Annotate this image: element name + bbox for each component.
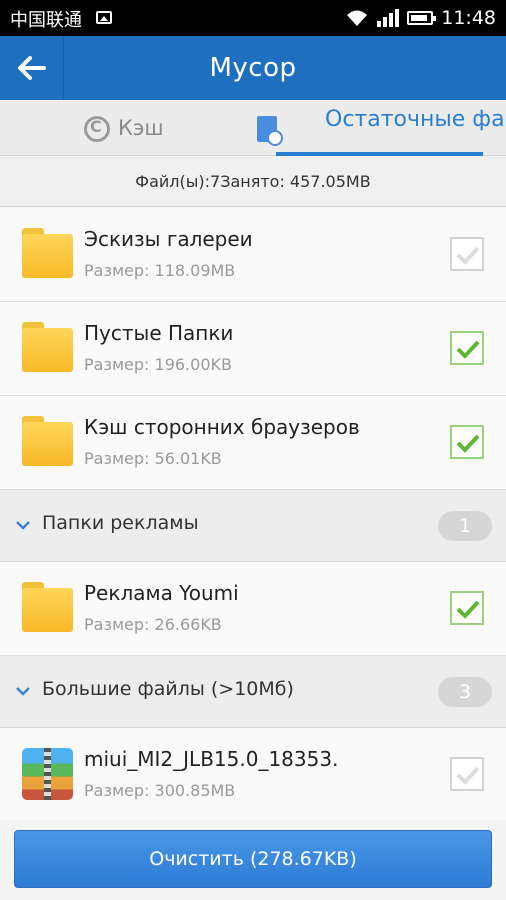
- clock: 11:48: [441, 7, 496, 29]
- status-bar: 中国联通 11:48: [0, 0, 506, 36]
- archive-file-icon: [22, 748, 73, 800]
- tab-cache[interactable]: Кэш: [0, 100, 253, 155]
- group-count-badge: 3: [438, 677, 492, 707]
- list-item[interactable]: Реклама Youmi Размер: 26.66KB: [0, 562, 506, 656]
- footer: Очистить (278.67KB): [0, 820, 506, 900]
- folder-icon: [22, 228, 73, 278]
- checkmark-icon: [456, 434, 480, 453]
- list-item[interactable]: miui_MI2_JLB15.0_18353. Размер: 300.85MB: [0, 728, 506, 822]
- item-size: Размер: 196.00KB: [84, 355, 232, 374]
- item-name: miui_MI2_JLB15.0_18353.: [84, 747, 339, 771]
- list-item[interactable]: Кэш сторонних браузеров Размер: 56.01KB: [0, 396, 506, 490]
- list-item[interactable]: Пустые Папки Размер: 196.00KB: [0, 302, 506, 396]
- chevron-down-icon: [16, 521, 30, 530]
- group-label: Папки рекламы: [42, 512, 199, 534]
- checkmark-icon: [456, 340, 480, 359]
- checkmark-icon: [456, 766, 480, 785]
- item-size: Размер: 118.09MB: [84, 261, 236, 280]
- group-count-badge: 1: [438, 511, 492, 541]
- item-name: Реклама Youmi: [84, 581, 239, 605]
- tab-residual-files-label: Остаточные файлы: [325, 107, 506, 132]
- summary-bar: Файл(ы):7Занято: 457.05MB: [0, 157, 506, 207]
- group-header-ad-folders[interactable]: Папки рекламы 1: [0, 490, 506, 562]
- item-size: Размер: 56.01KB: [84, 449, 222, 468]
- item-name: Кэш сторонних браузеров: [84, 415, 360, 439]
- item-checkbox[interactable]: [450, 237, 484, 271]
- item-checkbox[interactable]: [450, 757, 484, 791]
- folder-icon: [22, 322, 73, 372]
- item-name: Эскизы галереи: [84, 227, 253, 251]
- residual-files-icon: [257, 116, 283, 146]
- chevron-down-icon: [16, 687, 30, 696]
- battery-icon: [407, 11, 437, 25]
- page-title: Мусор: [209, 53, 297, 83]
- carrier-label: 中国联通: [10, 10, 82, 31]
- item-checkbox[interactable]: [450, 591, 484, 625]
- item-checkbox[interactable]: [450, 331, 484, 365]
- tab-cache-label: Кэш: [118, 116, 164, 140]
- cache-icon: [84, 116, 110, 142]
- folder-icon: [22, 416, 73, 466]
- tab-residual-files[interactable]: Остаточные файлы: [253, 100, 506, 155]
- list-item[interactable]: Эскизы галереи Размер: 118.09MB: [0, 208, 506, 302]
- junk-list: Эскизы галереи Размер: 118.09MB Пустые П…: [0, 208, 506, 822]
- item-size: Размер: 26.66KB: [84, 615, 222, 634]
- item-size: Размер: 300.85MB: [84, 781, 236, 800]
- item-checkbox[interactable]: [450, 425, 484, 459]
- signal-icon: [377, 9, 400, 27]
- clean-button[interactable]: Очистить (278.67KB): [14, 830, 492, 888]
- active-tab-indicator: [276, 152, 483, 156]
- folder-icon: [22, 582, 73, 632]
- tab-bar: Кэш Остаточные файлы: [0, 100, 506, 156]
- group-header-large-files[interactable]: Большие файлы (>10Мб) 3: [0, 656, 506, 728]
- group-label: Большие файлы (>10Мб): [42, 678, 294, 700]
- item-name: Пустые Папки: [84, 321, 234, 345]
- wifi-icon: [347, 10, 368, 26]
- app-header: Мусор: [0, 36, 506, 100]
- checkmark-icon: [456, 246, 480, 265]
- checkmark-icon: [456, 600, 480, 619]
- image-notification-icon: [96, 11, 112, 24]
